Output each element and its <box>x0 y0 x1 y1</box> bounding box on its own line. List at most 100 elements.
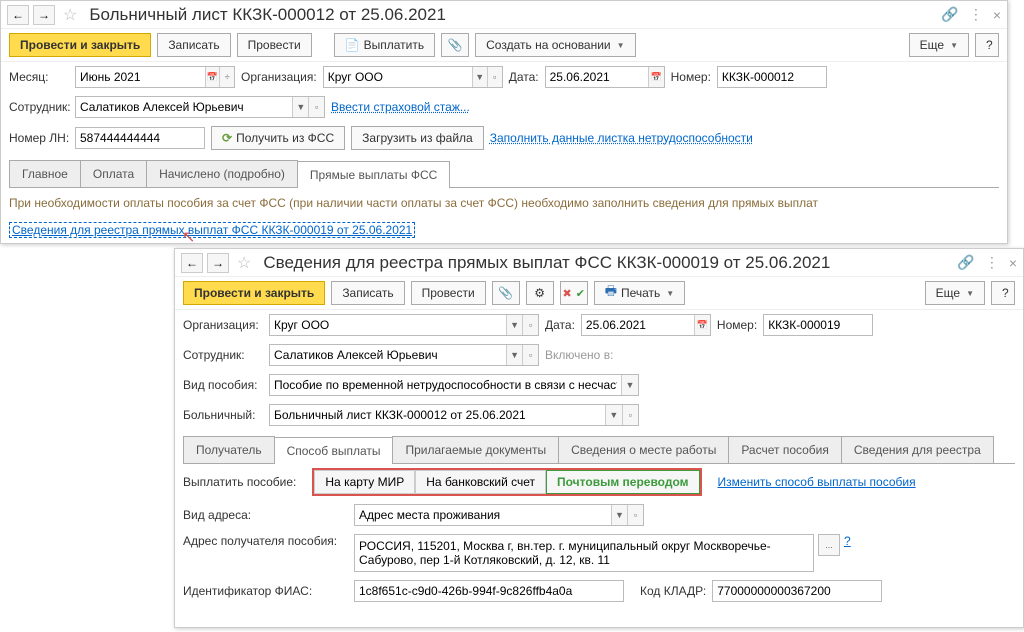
create-on-basis-button[interactable]: Создать на основании ▼ <box>475 33 635 57</box>
star-icon[interactable]: ☆ <box>237 253 251 273</box>
pay-mir-card-button[interactable]: На карту МИР <box>314 470 415 494</box>
tab-payment-method[interactable]: Способ выплаты <box>274 437 394 464</box>
tab-accrued[interactable]: Начислено (подробно) <box>146 160 298 187</box>
month-input[interactable]: 📅 ÷ <box>75 66 235 88</box>
settings-button[interactable] <box>526 281 554 305</box>
help-button[interactable]: ? <box>991 281 1015 305</box>
chevron-down-icon: ▼ <box>966 289 974 298</box>
tab-recipient[interactable]: Получатель <box>183 436 275 463</box>
link-icon[interactable]: 🔗 <box>957 254 974 271</box>
fias-label: Идентификатор ФИАС: <box>183 584 348 598</box>
write-button[interactable]: Записать <box>331 281 404 305</box>
chevron-down-icon[interactable]: ▼ <box>506 345 522 365</box>
date-input[interactable]: 📅 <box>581 314 711 336</box>
pay-bank-account-button[interactable]: На банковский счет <box>415 470 546 494</box>
chevron-down-icon[interactable]: ▼ <box>472 67 487 87</box>
calendar-icon[interactable]: 📅 <box>694 315 710 335</box>
kladr-input[interactable] <box>712 580 882 602</box>
open-icon[interactable]: ▫ <box>487 67 502 87</box>
gear-icon <box>534 286 545 300</box>
calendar-icon[interactable]: 📅 <box>205 67 220 87</box>
more-button[interactable]: Еще ▼ <box>925 281 985 305</box>
addr-help-link[interactable]: ? <box>844 534 851 572</box>
tab-main[interactable]: Главное <box>9 160 81 187</box>
number-label: Номер: <box>717 318 757 332</box>
open-icon[interactable]: ▫ <box>522 345 538 365</box>
registry-record-link[interactable]: Сведения для реестра прямых выплат ФСС К… <box>9 222 415 238</box>
get-from-fss-button[interactable]: Получить из ФСС <box>211 126 345 150</box>
sick-list-input[interactable]: ▼ ▫ <box>269 404 639 426</box>
chevron-down-icon[interactable]: ▼ <box>506 315 522 335</box>
tab-payment[interactable]: Оплата <box>80 160 147 187</box>
window-title: Больничный лист ККЗК-000012 от 25.06.202… <box>89 5 937 25</box>
write-button[interactable]: Записать <box>157 33 230 57</box>
payout-button[interactable]: 📄 Выплатить <box>334 33 435 57</box>
recipient-addr-label: Адрес получателя пособия: <box>183 534 348 548</box>
chevron-down-icon[interactable]: ▼ <box>621 375 638 395</box>
change-payment-method-link[interactable]: Изменить способ выплаты пособия <box>718 475 916 489</box>
number-input[interactable] <box>717 66 827 88</box>
tab-registry-info[interactable]: Сведения для реестра <box>841 436 994 463</box>
addr-ellipsis-button[interactable]: ... <box>818 534 840 556</box>
calendar-icon[interactable]: 📅 <box>648 67 664 87</box>
back-button[interactable]: ← <box>7 5 29 25</box>
chevron-down-icon[interactable]: ▼ <box>611 505 627 525</box>
print-button[interactable]: Печать ▼ <box>594 281 686 305</box>
pay-benefit-label: Выплатить пособие: <box>183 475 296 489</box>
addr-kind-label: Вид адреса: <box>183 508 348 522</box>
open-icon[interactable]: ▫ <box>308 97 324 117</box>
back-button[interactable]: ← <box>181 253 203 273</box>
delete-icon <box>562 286 571 300</box>
ln-number-input[interactable] <box>75 127 205 149</box>
tab-workplace-info[interactable]: Сведения о месте работы <box>558 436 729 463</box>
help-button[interactable]: ? <box>975 33 999 57</box>
chevron-down-icon: ▼ <box>950 41 958 50</box>
attach-button[interactable] <box>492 281 520 305</box>
forward-button[interactable]: → <box>33 5 55 25</box>
benefit-kind-input[interactable]: ▼ <box>269 374 639 396</box>
tab-direct-fss[interactable]: Прямые выплаты ФСС <box>297 161 450 188</box>
delete-button[interactable] <box>560 281 588 305</box>
insurance-stazh-link[interactable]: Ввести страховой стаж... <box>331 100 470 114</box>
close-icon[interactable]: × <box>993 7 1001 23</box>
cursor-icon: ↖ <box>182 227 195 247</box>
addr-kind-input[interactable]: ▼ ▫ <box>354 504 644 526</box>
tab-attached-docs[interactable]: Прилагаемые документы <box>392 436 559 463</box>
star-icon[interactable]: ☆ <box>63 5 77 25</box>
forward-button[interactable]: → <box>207 253 229 273</box>
fill-disability-data-link[interactable]: Заполнить данные листка нетрудоспособнос… <box>490 131 753 145</box>
org-input[interactable]: ▼ ▫ <box>323 66 503 88</box>
menu-icon[interactable]: ⋮ <box>969 6 983 23</box>
post-and-close-button[interactable]: Провести и закрыть <box>9 33 151 57</box>
fias-input[interactable] <box>354 580 624 602</box>
employee-input[interactable]: ▼ ▫ <box>75 96 325 118</box>
post-and-close-button[interactable]: Провести и закрыть <box>183 281 325 305</box>
tab-benefit-calc[interactable]: Расчет пособия <box>728 436 842 463</box>
window-title: Сведения для реестра прямых выплат ФСС К… <box>263 253 953 273</box>
chevron-down-icon[interactable]: ▼ <box>605 405 621 425</box>
attach-button[interactable] <box>441 33 469 57</box>
step-icon[interactable]: ÷ <box>219 67 234 87</box>
included-in-label: Включено в: <box>545 348 613 362</box>
month-label: Месяц: <box>9 70 69 84</box>
more-button[interactable]: Еще ▼ <box>909 33 969 57</box>
payout-icon: 📄 <box>345 38 360 52</box>
open-icon[interactable]: ▫ <box>622 405 638 425</box>
open-icon[interactable]: ▫ <box>522 315 538 335</box>
employee-input[interactable]: ▼ ▫ <box>269 344 539 366</box>
number-input[interactable] <box>763 314 873 336</box>
open-icon[interactable]: ▫ <box>627 505 643 525</box>
link-icon[interactable]: 🔗 <box>941 6 958 23</box>
post-button[interactable]: Провести <box>237 33 312 57</box>
pay-postal-button[interactable]: Почтовым переводом <box>546 470 700 494</box>
chevron-down-icon: ▼ <box>666 289 674 298</box>
org-input[interactable]: ▼ ▫ <box>269 314 539 336</box>
chevron-down-icon[interactable]: ▼ <box>292 97 308 117</box>
menu-icon[interactable]: ⋮ <box>985 254 999 271</box>
date-input[interactable]: 📅 <box>545 66 665 88</box>
load-from-file-button[interactable]: Загрузить из файла <box>351 126 484 150</box>
refresh-icon <box>222 131 232 145</box>
recipient-addr-input[interactable]: РОССИЯ, 115201, Москва г, вн.тер. г. мун… <box>354 534 814 572</box>
close-icon[interactable]: × <box>1009 255 1017 271</box>
post-button[interactable]: Провести <box>411 281 486 305</box>
